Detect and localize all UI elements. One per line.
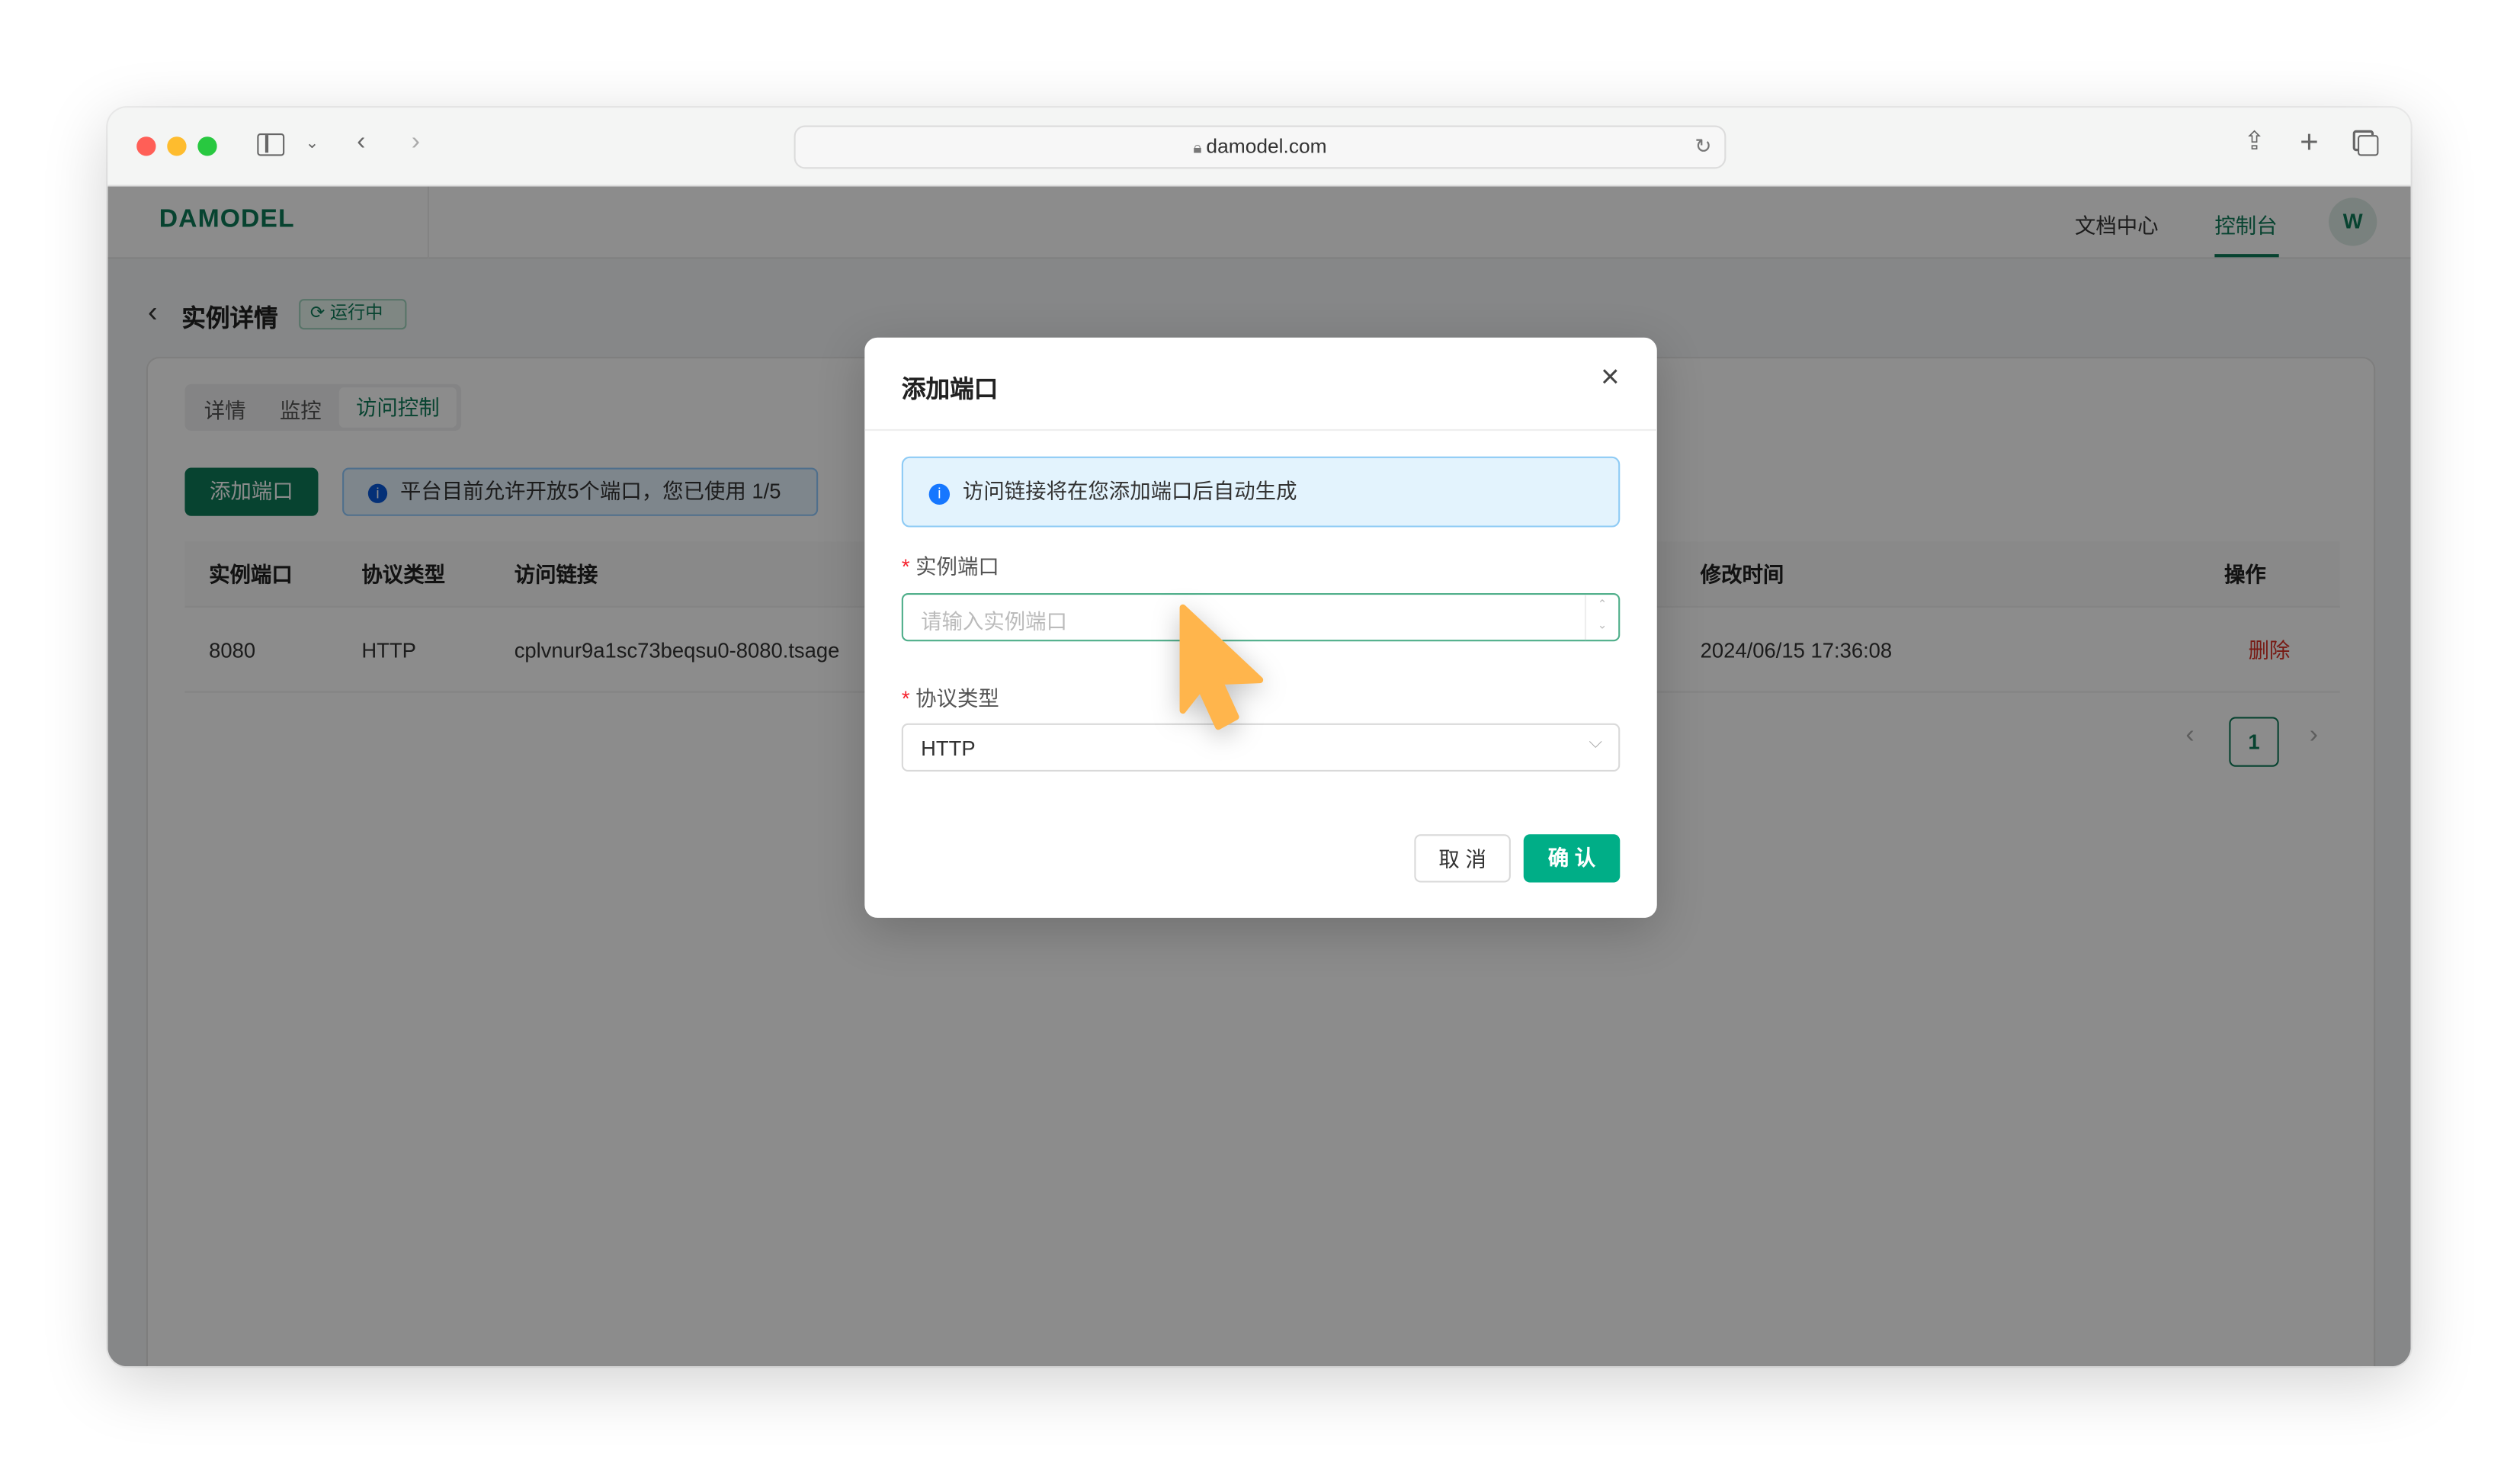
back-icon[interactable]: ‹ (357, 129, 365, 158)
reload-icon[interactable]: ↻ (1694, 127, 1711, 168)
number-stepper[interactable]: ⌃ ⌄ (1584, 595, 1618, 640)
port-input-placeholder: 请输入实例端口 (921, 609, 1068, 634)
cancel-button[interactable]: 取 消 (1414, 834, 1511, 883)
mouse-cursor-icon (1179, 604, 1264, 730)
zoom-window-button[interactable] (197, 136, 217, 156)
info-alert: i 访问链接将在您添加端口后自动生成 (901, 456, 1621, 528)
browser-toolbar: ⌄ ‹ › 🔒︎ damodel.com ↻ ⇪ + (107, 107, 2411, 187)
port-label: 实例端口 (915, 554, 999, 579)
lock-icon: 🔒︎ (1193, 140, 1207, 158)
sidebar-icon[interactable] (257, 133, 285, 156)
protocol-selected-value: HTTP (921, 736, 976, 761)
minimize-window-button[interactable] (167, 136, 187, 156)
share-icon[interactable]: ⇪ (2243, 125, 2265, 157)
new-tab-icon[interactable]: + (2300, 125, 2319, 162)
chevron-down-icon: ⌵ (1589, 733, 1603, 752)
confirm-button[interactable]: 确 认 (1523, 834, 1621, 883)
url-text: damodel.com (1206, 135, 1327, 158)
required-mark: * (901, 686, 910, 711)
close-window-button[interactable] (136, 136, 156, 156)
info-text: 访问链接将在您添加端口后自动生成 (962, 479, 1297, 503)
divider (864, 428, 1657, 432)
address-bar[interactable]: 🔒︎ damodel.com ↻ (794, 125, 1726, 169)
required-mark: * (901, 554, 910, 579)
info-icon: i (928, 483, 951, 505)
modal-title: 添加端口 (901, 376, 999, 404)
forward-icon[interactable]: › (412, 129, 420, 158)
chevron-down-icon[interactable]: ⌄ (306, 135, 319, 152)
protocol-label: 协议类型 (915, 686, 999, 711)
tabs-overview-icon[interactable] (2358, 135, 2379, 156)
close-icon[interactable]: × (1601, 360, 1620, 396)
